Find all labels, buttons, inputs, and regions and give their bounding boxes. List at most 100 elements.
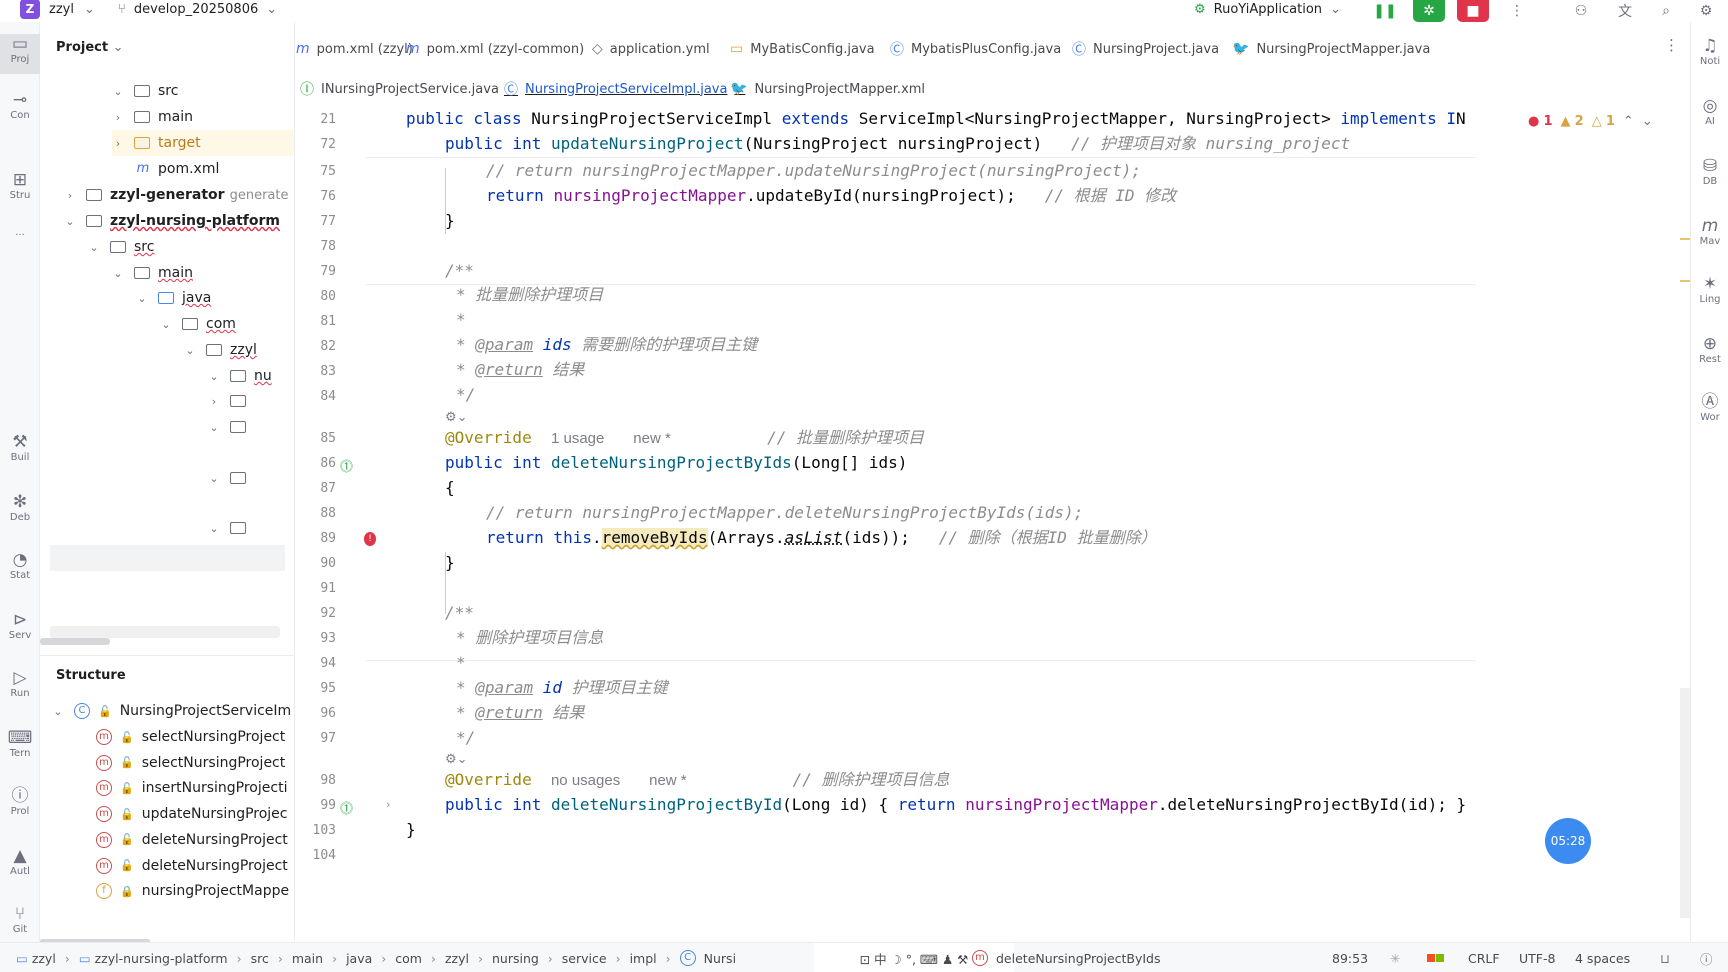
tree-item[interactable]: ⌄ java [136,285,294,311]
ai-hint-icon[interactable]: ⚙⌄ [445,748,468,770]
tool-notifications[interactable]: ♫ Noti [1691,36,1728,76]
structure-root[interactable]: ⌄ C 🔓 NursingProjectServiceIm [52,698,291,724]
chevron-down-icon[interactable]: ⌄ [112,267,124,280]
editor-tab[interactable]: Ⓒ NursingProject.java [1072,36,1219,62]
breadcrumb-item[interactable]: com [395,951,422,966]
indent-setting[interactable]: 4 spaces [1575,943,1630,972]
windows-icon[interactable] [1427,943,1444,972]
implements-gutter-icon[interactable]: ⓵ [340,456,353,475]
project-panel-title[interactable]: Project ⌄ [56,40,124,55]
tree-item[interactable]: ⌄ com [160,311,294,337]
chevron-right-icon[interactable]: › [208,395,220,408]
structure-item[interactable]: m 🔓 insertNursingProjecti [96,775,287,801]
tree-item[interactable]: m pom.xml [112,156,294,182]
branch-switcher[interactable]: ⑂ develop_20250806 ⌄ [118,0,277,18]
tree-item[interactable]: › target [112,130,294,156]
breadcrumb-item[interactable]: java [346,951,372,966]
breadcrumb-item[interactable]: zzyl-nursing-platform [95,951,228,966]
editor-tab[interactable]: Ⓒ MybatisPlusConfig.java [890,36,1061,62]
tool-more[interactable]: ··· [0,230,40,250]
run-config-selector[interactable]: ⚙ RuoYiApplication ⌄ [1194,0,1341,18]
settings-gear-icon[interactable]: ⚙ [1690,0,1722,22]
structure-item[interactable]: m 🔓 deleteNursingProject [96,853,288,879]
tool-rest[interactable]: ⊕ Rest [1691,334,1728,374]
project-switcher[interactable]: Z zzyl ⌄ [20,0,95,19]
tree-item[interactable]: ⌄ nu [208,363,294,389]
tree-item[interactable]: ⌄ zzyl-nursing-platform [64,208,294,234]
vscroll-track[interactable] [1680,688,1690,918]
debug-icon[interactable]: ✲ [1413,0,1445,22]
editor-tab-active[interactable]: Ⓒ NursingProjectServiceImpl.java × [504,76,745,102]
editor-tab[interactable]: ▭ MyBatisConfig.java [730,36,875,62]
breadcrumb-item[interactable]: src [251,951,269,966]
tool-problems[interactable]: ⓘ Prol [0,786,40,826]
stop-icon[interactable]: ■ [1457,0,1489,22]
chevron-right-icon[interactable]: › [64,189,76,202]
tree-hscroll-thumb[interactable] [40,638,110,645]
tool-services[interactable]: ⊳ Serv [0,610,40,650]
breadcrumb-item[interactable]: service [562,951,607,966]
tool-commit[interactable]: ⊸ Con [0,90,40,130]
inspection-widget[interactable]: ● 1 ▲ 2 △ 1 ⌃ ⌄ [1528,114,1661,129]
tree-item[interactable]: › [208,388,294,414]
method-breadcrumb[interactable]: m deleteNursingProjectByIds [972,943,1161,972]
structure-item[interactable]: m 🔓 deleteNursingProject [96,827,288,853]
editor-tab[interactable]: 🐦 NursingProjectMapper.xml [730,76,925,102]
file-encoding[interactable]: UTF-8 [1519,943,1555,972]
tool-git[interactable]: ⑂ Git [0,904,40,944]
breadcrumb-item[interactable]: nursing [492,951,539,966]
structure-item[interactable]: m 🔓 selectNursingProject [96,750,285,776]
tabs-more-icon[interactable]: ⋮ [1664,36,1679,54]
tree-item[interactable]: › main [112,104,294,130]
breadcrumb-item[interactable]: zzyl [32,951,56,966]
tree-item[interactable]: ⌄ zzyl [184,337,294,363]
error-bulb-icon[interactable]: ! [364,532,376,546]
chevron-right-icon[interactable]: › [112,111,124,124]
tree-item[interactable]: ⌄ [208,414,294,440]
tree-item[interactable]: ⌄ [208,465,294,491]
tool-terminal[interactable]: ⌨ Tern [0,728,40,768]
tool-word[interactable]: Ⓐ Wor [1691,392,1728,432]
translate-icon[interactable]: 文 [1609,0,1641,22]
unlock-icon[interactable]: ⊔ [1660,943,1670,972]
breadcrumb-item[interactable]: main [292,951,323,966]
caret-position[interactable]: 89:53 [1332,943,1368,972]
tool-profiler[interactable]: ◔ Stat [0,550,40,590]
chevron-down-icon[interactable]: ⌄ [64,215,76,228]
tree-item[interactable]: ⌄ src [112,78,294,104]
ai-hint-icon[interactable]: ⚙⌄ [445,406,468,428]
tool-ai[interactable]: ◎ AI [1691,96,1728,136]
chevron-down-icon[interactable]: ⌄ [208,472,220,485]
chevron-right-icon[interactable]: › [112,137,124,150]
chevron-down-icon[interactable]: ⌄ [208,370,220,383]
chevron-down-icon[interactable]: ⌄ [112,85,124,98]
chevron-down-icon[interactable]: ⌄ [208,421,220,434]
more-actions-icon[interactable]: ⋮ [1501,0,1533,22]
breadcrumb-item[interactable]: impl [630,951,657,966]
chevron-down-icon[interactable]: ⌄ [160,318,172,331]
editor-tab[interactable]: 🐦 NursingProjectMapper.java [1232,36,1430,62]
editor-tab[interactable]: m pom.xml (zzyl-common) [406,36,584,62]
editor-tab[interactable]: Ⓘ INursingProjectService.java [300,76,499,102]
code-editor[interactable]: 21 72 75 76 77 78 79 80 81 82 83 84 85 86 87 88 89 90 91 92… [296,108,1690,942]
structure-item[interactable]: f 🔒 nursingProjectMappe [96,878,289,904]
tool-run[interactable]: ▷ Run [0,668,40,708]
info-icon[interactable]: ⓘ [1700,943,1713,972]
usages-hint[interactable]: 1 usage [551,430,604,447]
tool-database[interactable]: ⛁ DB [1691,156,1728,196]
chevron-up-icon[interactable]: ⌃ [1623,114,1634,129]
tool-project[interactable]: ▭ Proj [0,34,40,74]
run-icon[interactable]: ❚❚ [1369,0,1401,22]
usages-hint[interactable]: no usages [551,772,620,789]
tool-build[interactable]: ⚒ Buil [0,432,40,472]
breadcrumb-item[interactable]: Nursi [704,951,736,966]
tree-item[interactable]: › zzyl-generator generate [64,182,294,208]
implements-gutter-icon[interactable]: ⓵ [340,798,353,817]
structure-item[interactable]: m 🔓 updateNursingProjec [96,801,288,827]
editor-tab[interactable]: ◇ application.yml [592,36,710,62]
tool-structure[interactable]: ⊞ Stru [0,170,40,210]
fold-chevron-icon[interactable]: › [386,798,390,811]
chevron-down-icon[interactable]: ⌄ [184,344,196,357]
add-user-icon[interactable]: ⚇ [1565,0,1597,22]
editor-tab[interactable]: m pom.xml (zzyl) [296,36,413,62]
